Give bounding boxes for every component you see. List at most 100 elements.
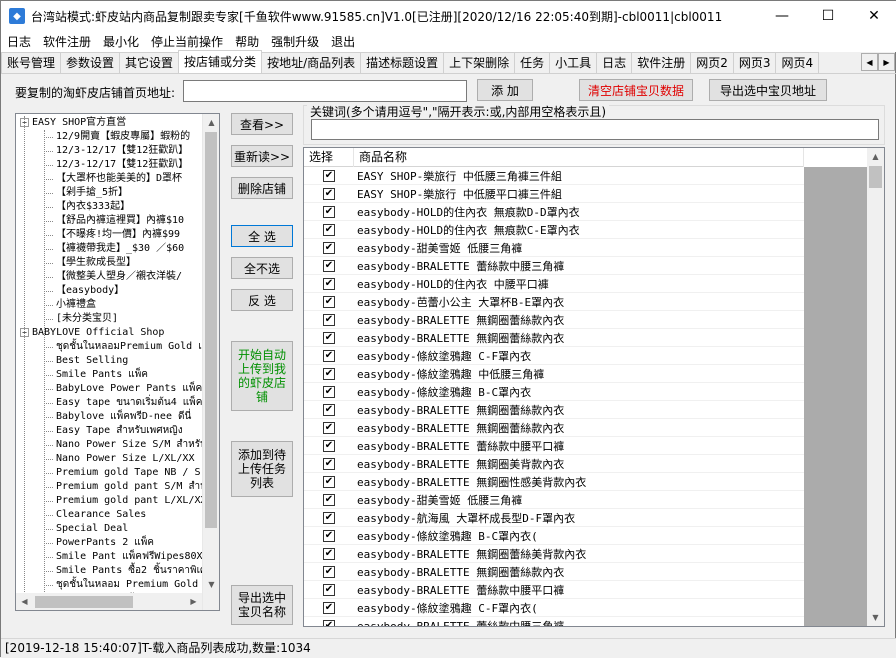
table-row[interactable]: ✔ easybody-BRALETTE 無鋼圈蕾絲款內衣 <box>304 401 804 419</box>
grid-vertical-scrollbar[interactable]: ▲ ▼ <box>867 148 884 626</box>
row-checkbox[interactable]: ✔ <box>323 187 335 200</box>
column-header-name[interactable]: 商品名称 <box>354 148 804 167</box>
select-none-button[interactable]: 全不选 <box>231 257 293 279</box>
tab-web3[interactable]: 网页3 <box>732 52 777 73</box>
keyword-input[interactable] <box>311 119 879 140</box>
close-button[interactable]: ✕ <box>851 1 896 31</box>
scroll-left-icon[interactable]: ◀ <box>16 593 33 610</box>
delete-shop-button[interactable]: 删除店铺 <box>231 177 293 199</box>
row-checkbox[interactable]: ✔ <box>323 169 335 182</box>
row-checkbox[interactable]: ✔ <box>323 367 335 380</box>
table-row[interactable]: ✔ easybody-BRALETTE 無鋼圈性感美背款內衣 <box>304 473 804 491</box>
row-checkbox[interactable]: ✔ <box>323 223 335 236</box>
tree-root-shop[interactable]: − EASY SHOP官方直営 <box>16 116 204 130</box>
grid-scroll-thumb[interactable] <box>869 166 882 188</box>
row-checkbox[interactable]: ✔ <box>323 259 335 272</box>
maximize-button[interactable]: ☐ <box>805 1 851 31</box>
column-header-select[interactable]: 选择 <box>304 148 354 167</box>
h-scroll-thumb[interactable] <box>35 595 133 608</box>
scroll-down-icon[interactable]: ▼ <box>203 576 219 593</box>
row-checkbox[interactable]: ✔ <box>323 493 335 506</box>
table-row[interactable]: ✔ easybody-條紋塗鴉趣 C-F罩內衣( <box>304 599 804 617</box>
row-checkbox[interactable]: ✔ <box>323 583 335 596</box>
add-button[interactable]: 添 加 <box>477 79 533 101</box>
table-row[interactable]: ✔ easybody-條紋塗鴉趣 B-C罩內衣( <box>304 527 804 545</box>
table-row[interactable]: ✔ easybody-條紋塗鴉趣 C-F罩內衣 <box>304 347 804 365</box>
row-checkbox[interactable]: ✔ <box>323 439 335 452</box>
table-row[interactable]: ✔ easybody-BRALETTE 蕾絲款中腰平口褲 <box>304 437 804 455</box>
row-checkbox[interactable]: ✔ <box>323 619 335 626</box>
tab-scroll-right-icon[interactable]: ▶ <box>878 53 895 71</box>
row-checkbox[interactable]: ✔ <box>323 331 335 344</box>
tab-account[interactable]: 账号管理 <box>1 52 62 73</box>
minimize-button[interactable]: — <box>759 1 805 31</box>
table-row[interactable]: ✔ easybody-BRALETTE 無鋼圈蕾絲美背款內衣 <box>304 545 804 563</box>
row-checkbox[interactable]: ✔ <box>323 529 335 542</box>
row-checkbox[interactable]: ✔ <box>323 403 335 416</box>
row-checkbox[interactable]: ✔ <box>323 457 335 470</box>
table-row[interactable]: ✔ EASY SHOP-樂旅行 中低腰三角褲三件組 <box>304 167 804 185</box>
shop-category-tree[interactable]: − EASY SHOP官方直営 12/9開賣【蝦皮專屬】蝦粉的 12/3-12/17【… <box>15 113 220 611</box>
row-checkbox[interactable]: ✔ <box>323 205 335 218</box>
table-row[interactable]: ✔ easybody-芭蕾小公主 大罩杯B-E罩內衣 <box>304 293 804 311</box>
tab-by-address[interactable]: 按地址/商品列表 <box>261 52 362 73</box>
table-row[interactable]: ✔ easybody-甜美雪姬 低腰三角褲 <box>304 239 804 257</box>
row-checkbox[interactable]: ✔ <box>323 385 335 398</box>
tab-shelf[interactable]: 上下架删除 <box>443 52 516 73</box>
table-row[interactable]: ✔ easybody-HOLD的住內衣 中腰平口褲 <box>304 275 804 293</box>
menu-force-upgrade[interactable]: 强制升级 <box>265 33 325 50</box>
menu-stop[interactable]: 停止当前操作 <box>145 33 229 50</box>
table-row[interactable]: ✔ easybody-條紋塗鴉趣 B-C罩內衣 <box>304 383 804 401</box>
add-to-upload-tasks-button[interactable]: 添加到待上传任务列表 <box>231 441 293 497</box>
invert-selection-button[interactable]: 反 选 <box>231 289 293 311</box>
tab-scroll-left-icon[interactable]: ◀ <box>861 53 878 71</box>
tab-by-shop[interactable]: 按店铺或分类 <box>178 50 263 73</box>
table-row[interactable]: ✔ easybody-HOLD的住內衣 無痕款C-E罩內衣 <box>304 221 804 239</box>
menu-help[interactable]: 帮助 <box>229 33 265 50</box>
grid-scroll-up-icon[interactable]: ▲ <box>867 148 884 165</box>
table-row[interactable]: ✔ easybody-BRALETTE 蕾絲款中腰三角褲 <box>304 257 804 275</box>
tree-vertical-scrollbar[interactable]: ▲ ▼ <box>202 114 219 610</box>
tab-tools[interactable]: 小工具 <box>549 52 598 73</box>
menu-log[interactable]: 日志 <box>1 33 37 50</box>
tab-tasks[interactable]: 任务 <box>514 52 551 73</box>
select-all-button[interactable]: 全 选 <box>231 225 293 247</box>
table-row[interactable]: ✔ easybody-甜美雪姬 低腰三角褲 <box>304 491 804 509</box>
tab-web2[interactable]: 网页2 <box>690 52 734 73</box>
row-checkbox[interactable]: ✔ <box>323 565 335 578</box>
shop-url-input[interactable] <box>183 80 467 102</box>
grid-scroll-down-icon[interactable]: ▼ <box>867 609 884 626</box>
table-row[interactable]: ✔ easybody-BRALETTE 蕾絲款中腰三角褲 <box>304 617 804 626</box>
table-row[interactable]: ✔ EASY SHOP-樂旅行 中低腰平口褲三件組 <box>304 185 804 203</box>
clear-shop-data-button[interactable]: 清空店铺宝贝数据 <box>579 79 693 101</box>
table-row[interactable]: ✔ easybody-BRALETTE 無鋼圈蕾絲款內衣 <box>304 329 804 347</box>
tab-other-settings[interactable]: 其它设置 <box>119 52 180 73</box>
table-row[interactable]: ✔ easybody-BRALETTE 無鋼圈蕾絲款內衣 <box>304 419 804 437</box>
row-checkbox[interactable]: ✔ <box>323 475 335 488</box>
row-checkbox[interactable]: ✔ <box>323 349 335 362</box>
scroll-thumb[interactable] <box>205 132 217 528</box>
export-selected-urls-button[interactable]: 导出选中宝贝地址 <box>709 79 827 101</box>
reload-button[interactable]: 重新读>> <box>231 145 293 167</box>
row-checkbox[interactable]: ✔ <box>323 547 335 560</box>
table-row[interactable]: ✔ easybody-航海風 大罩杯成長型D-F罩內衣 <box>304 509 804 527</box>
row-checkbox[interactable]: ✔ <box>323 241 335 254</box>
row-checkbox[interactable]: ✔ <box>323 601 335 614</box>
tab-web4[interactable]: 网页4 <box>775 52 820 73</box>
menu-exit[interactable]: 退出 <box>325 33 361 50</box>
tab-log[interactable]: 日志 <box>596 52 633 73</box>
export-selected-names-button[interactable]: 导出选中宝贝名称 <box>231 585 293 625</box>
row-checkbox[interactable]: ✔ <box>323 511 335 524</box>
scroll-up-icon[interactable]: ▲ <box>203 114 219 131</box>
menu-register[interactable]: 软件注册 <box>37 33 97 50</box>
row-checkbox[interactable]: ✔ <box>323 421 335 434</box>
menu-minimize[interactable]: 最小化 <box>97 33 145 50</box>
tab-desc-title[interactable]: 描述标题设置 <box>360 52 445 73</box>
table-row[interactable]: ✔ easybody-BRALETTE 無鋼圈蕾絲款內衣 <box>304 563 804 581</box>
tab-params[interactable]: 参数设置 <box>60 52 121 73</box>
view-button[interactable]: 查看>> <box>231 113 293 135</box>
table-row[interactable]: ✔ easybody-BRALETTE 無鋼圈蕾絲款內衣 <box>304 311 804 329</box>
table-row[interactable]: ✔ easybody-HOLD的住內衣 無痕款D-D罩內衣 <box>304 203 804 221</box>
table-row[interactable]: ✔ easybody-BRALETTE 蕾絲款中腰平口褲 <box>304 581 804 599</box>
row-checkbox[interactable]: ✔ <box>323 313 335 326</box>
